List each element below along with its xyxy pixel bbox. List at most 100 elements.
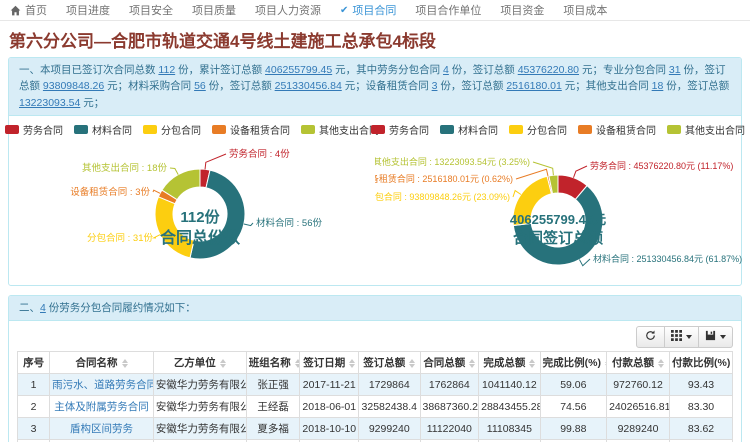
legend-item[interactable]: 材料合同 xyxy=(440,122,498,137)
summary-text-segment: 份，签订总额 xyxy=(663,80,729,92)
nav-item-label: 项目成本 xyxy=(563,2,607,18)
legend-item[interactable]: 其他支出合同 xyxy=(667,122,745,137)
legend-swatch xyxy=(143,125,157,134)
summary-value-link[interactable]: 13223093.54 xyxy=(19,97,80,109)
legend-label: 其他支出合同 xyxy=(685,122,745,137)
legend-label: 材料合同 xyxy=(92,122,132,137)
pie-label: 分包合同 : 93809848.26元 (23.09%) xyxy=(375,191,510,202)
column-header[interactable]: 序号 xyxy=(18,352,50,374)
legend-item[interactable]: 设备租赁合同 xyxy=(212,122,290,137)
summary-value-link[interactable]: 406255799.45 xyxy=(265,64,332,76)
summary-text-segment: 元，其中劳务分包合同 xyxy=(332,64,443,76)
column-header[interactable]: 完成比例(%) xyxy=(540,352,606,374)
nav-item-tab[interactable]: 项目合作单位 xyxy=(415,2,481,18)
column-header[interactable]: 付款比例(%) xyxy=(670,352,733,374)
summary-value-link[interactable]: 18 xyxy=(652,80,664,92)
sort-icon[interactable] xyxy=(658,359,664,368)
sort-icon[interactable] xyxy=(469,359,475,368)
column-header[interactable]: 乙方单位 xyxy=(153,352,246,374)
summary-value-link[interactable]: 31 xyxy=(669,64,681,76)
contract-name-link[interactable]: 雨污水、道路劳务合同 xyxy=(52,379,153,391)
summary-value-link[interactable]: 56 xyxy=(194,80,206,92)
pie-label: 劳务合同 : 4份 xyxy=(229,148,290,160)
column-header[interactable]: 班组名称 xyxy=(246,352,300,374)
table-cell: 1762864 xyxy=(420,374,479,396)
summary-text-segment: 份，签订总额 xyxy=(206,80,275,92)
legend-label: 设备租赁合同 xyxy=(230,122,290,137)
table-cell: 安徽华力劳务有限公司 xyxy=(153,396,246,418)
pie-slice-2[interactable] xyxy=(155,197,194,258)
pie-label-line xyxy=(573,166,587,178)
nav-item-tab[interactable]: 项目安全 xyxy=(129,2,173,18)
column-header[interactable]: 合同总额 xyxy=(420,352,479,374)
legend-item[interactable]: 劳务合同 xyxy=(371,122,429,137)
summary-value-link[interactable]: 251330456.84 xyxy=(275,80,342,92)
pie-label-line xyxy=(170,168,178,175)
charts-area: 劳务合同材料合同分包合同设备租赁合同其他支出合同 劳务合同 : 4份材料合同 :… xyxy=(9,116,741,285)
legend-item[interactable]: 其他支出合同 xyxy=(301,122,379,137)
summary-value-link[interactable]: 45376220.80 xyxy=(518,64,579,76)
pie-label-line xyxy=(205,154,226,169)
sort-icon[interactable] xyxy=(295,359,300,368)
column-header[interactable]: 合同名称 xyxy=(50,352,154,374)
labor-subcontract-body: 序号合同名称乙方单位班组名称签订日期 签订总额合同总额 完成总额完成比例(%) 付款总… xyxy=(9,321,741,442)
summary-value-link[interactable]: 112 xyxy=(158,64,175,76)
pie-label: 分包合同 : 31份 xyxy=(87,232,153,244)
nav-item-tab[interactable]: 项目人力资源 xyxy=(255,2,321,18)
legend-item[interactable]: 分包合同 xyxy=(509,122,567,137)
column-header[interactable]: 签订日期 xyxy=(300,352,359,374)
contract-count-chart: 劳务合同材料合同分包合同设备租赁合同其他支出合同 劳务合同 : 4份材料合同 :… xyxy=(9,116,375,285)
columns-grid-icon xyxy=(671,328,682,346)
columns-button[interactable] xyxy=(665,326,699,348)
summary-value-link[interactable]: 2516180.01 xyxy=(506,80,561,92)
table-cell: 24026516.81 xyxy=(607,396,670,418)
sort-icon[interactable] xyxy=(220,359,226,368)
refresh-button[interactable] xyxy=(636,326,665,348)
summary-value-link[interactable]: 93809848.26 xyxy=(43,80,104,92)
table-cell: 2018-06-01 xyxy=(300,396,359,418)
export-button[interactable] xyxy=(699,326,733,348)
pie-label-line xyxy=(244,223,253,226)
column-header-label: 班组名称 xyxy=(249,357,291,369)
sort-icon[interactable] xyxy=(529,359,535,368)
contract-summary-panel: 一、本项目已签订次合同总数 112 份，累计签订总额 406255799.45 … xyxy=(8,57,742,286)
sort-icon[interactable] xyxy=(409,359,415,368)
legend-swatch xyxy=(5,125,19,134)
legend-label: 材料合同 xyxy=(458,122,498,137)
nav-item-tab[interactable]: 项目进度 xyxy=(66,2,110,18)
nav-item-tab[interactable]: 项目资金 xyxy=(500,2,544,18)
legend-item[interactable]: 材料合同 xyxy=(74,122,132,137)
column-header-label: 合同总额 xyxy=(423,357,465,369)
table-cell: 93.43 xyxy=(670,374,733,396)
nav-item-tab[interactable]: 项目质量 xyxy=(192,2,236,18)
summary-text-segment: 元；设备租赁合同 xyxy=(342,80,432,92)
column-header[interactable]: 付款总额 xyxy=(607,352,670,374)
nav-item-home[interactable]: 首页 xyxy=(10,2,47,18)
contract-name-link[interactable]: 主体及附属劳务合同 xyxy=(54,401,149,413)
nav-item-active[interactable]: ✔项目合同 xyxy=(340,2,396,18)
legend-item[interactable]: 劳务合同 xyxy=(5,122,63,137)
sort-icon[interactable] xyxy=(349,359,355,368)
column-header[interactable]: 签订总额 xyxy=(359,352,420,374)
legend-label: 分包合同 xyxy=(527,122,567,137)
table-cell: 王经磊 xyxy=(246,396,300,418)
column-header-label: 签订日期 xyxy=(303,357,345,369)
legend-swatch xyxy=(74,125,88,134)
legend-item[interactable]: 设备租赁合同 xyxy=(578,122,656,137)
nav-item-tab[interactable]: 项目成本 xyxy=(563,2,607,18)
contract-name-link[interactable]: 盾构区间劳务 xyxy=(70,423,133,435)
nav-item-label: 项目进度 xyxy=(66,2,110,18)
labor-subcontract-panel: 二、4 份劳务分包合同履约情况如下： xyxy=(8,295,742,442)
pie-label-line xyxy=(153,190,160,193)
column-header-label: 付款比例(%) xyxy=(672,357,730,369)
nav-item-label: 项目合同 xyxy=(352,2,396,18)
sort-icon[interactable] xyxy=(122,359,128,368)
legend-item[interactable]: 分包合同 xyxy=(143,122,201,137)
column-header-label: 付款总额 xyxy=(612,357,654,369)
contract-count-donut: 劳务合同 : 4份材料合同 : 56份分包合同 : 31份设备租赁合同 : 3份… xyxy=(9,137,377,285)
contract-amount-chart: 劳务合同材料合同分包合同设备租赁合同其他支出合同 劳务合同 : 45376220… xyxy=(375,116,741,285)
column-header[interactable]: 完成总额 xyxy=(479,352,540,374)
pie-label-line xyxy=(579,259,590,266)
table-cell: 9289240 xyxy=(607,418,670,440)
column-header-label: 序号 xyxy=(23,357,44,369)
